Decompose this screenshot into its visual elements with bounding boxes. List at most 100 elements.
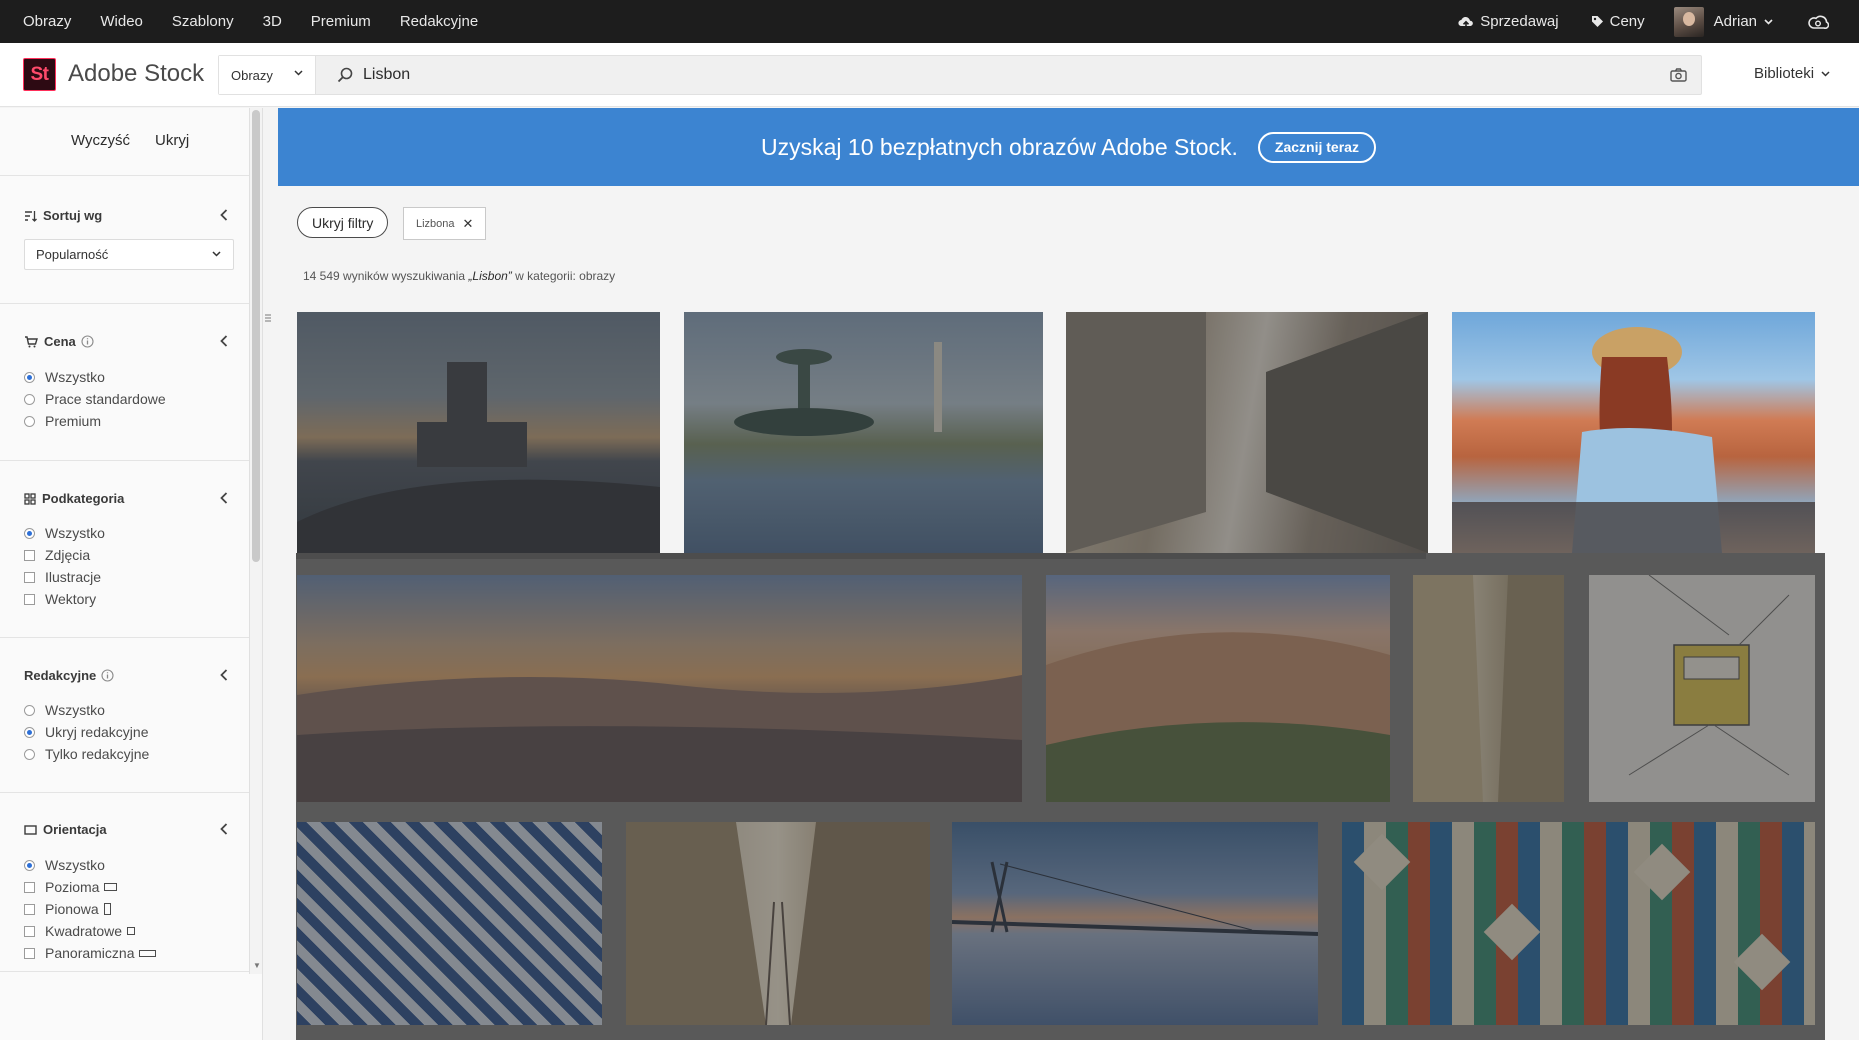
checkbox[interactable] xyxy=(24,925,35,937)
price-title: Cena xyxy=(44,334,76,349)
checkbox[interactable] xyxy=(24,903,35,915)
price-option-standard[interactable]: Prace standardowe xyxy=(24,391,166,407)
info-icon[interactable] xyxy=(101,669,114,682)
sell-link[interactable]: Sprzedawaj xyxy=(1458,13,1559,30)
radio-button[interactable] xyxy=(24,371,35,383)
price-option-premium[interactable]: Premium xyxy=(24,413,101,429)
scroll-down-arrow-icon[interactable]: ▼ xyxy=(253,961,261,970)
radio-button[interactable] xyxy=(24,726,35,738)
price-option-all[interactable]: Wszystko xyxy=(24,369,105,385)
checkbox[interactable] xyxy=(24,549,35,561)
orientation-heading: Orientacja xyxy=(24,822,107,837)
nav-link-3d[interactable]: 3D xyxy=(263,13,282,30)
subcategory-option-all[interactable]: Wszystko xyxy=(24,525,105,541)
image-tile[interactable] xyxy=(297,312,660,553)
scrollbar-thumb[interactable] xyxy=(252,110,260,562)
search-type-dropdown[interactable]: Obrazy xyxy=(219,56,316,94)
image-tile[interactable] xyxy=(1342,822,1815,1025)
nav-link-editorial[interactable]: Redakcyjne xyxy=(400,13,478,30)
close-icon[interactable]: ✕ xyxy=(463,216,474,232)
image-tile[interactable] xyxy=(952,822,1318,1025)
orientation-option-all[interactable]: Wszystko xyxy=(24,857,105,873)
chevron-down-icon xyxy=(1764,18,1773,25)
editorial-heading: Redakcyjne xyxy=(24,668,120,683)
orientation-option-vertical[interactable]: Pionowa xyxy=(24,901,111,917)
hide-filters-button[interactable]: Ukryj filtry xyxy=(297,207,389,238)
checkbox[interactable] xyxy=(24,593,35,605)
image-tile[interactable] xyxy=(626,822,930,1025)
image-dim-overlay xyxy=(626,822,930,1025)
nav-link-video[interactable]: Wideo xyxy=(100,13,143,30)
option-label: Wszystko xyxy=(45,369,105,385)
subcategory-option-photos[interactable]: Zdjęcia xyxy=(24,547,90,563)
image-tile[interactable] xyxy=(1066,312,1428,553)
option-label: Pozioma xyxy=(45,879,100,895)
subcategory-option-illustrations[interactable]: Ilustracje xyxy=(24,569,101,585)
chevron-left-icon[interactable] xyxy=(220,334,228,352)
sort-value: Popularność xyxy=(36,247,109,262)
image-dim-overlay xyxy=(1413,575,1564,802)
subcategory-option-vectors[interactable]: Wektory xyxy=(24,591,96,607)
chevron-left-icon[interactable] xyxy=(220,822,228,840)
image-tile[interactable] xyxy=(1452,312,1815,553)
adobe-stock-logo-mark[interactable]: St xyxy=(23,58,56,91)
camera-search-icon[interactable] xyxy=(1670,68,1687,87)
orientation-option-panoramic[interactable]: Panoramiczna xyxy=(24,945,156,961)
image-tile[interactable] xyxy=(1046,575,1390,802)
pricing-link[interactable]: Ceny xyxy=(1591,13,1645,30)
square-orientation-icon xyxy=(127,927,136,935)
option-label: Wszystko xyxy=(45,702,105,718)
libraries-menu[interactable]: Biblioteki xyxy=(1754,65,1830,82)
editorial-option-only[interactable]: Tylko redakcyjne xyxy=(24,746,149,762)
image-tile[interactable] xyxy=(684,312,1043,553)
chevron-left-icon[interactable] xyxy=(220,668,228,686)
clear-filters-button[interactable]: Wyczyść xyxy=(71,132,130,149)
editorial-option-all[interactable]: Wszystko xyxy=(24,702,105,718)
results-prefix: wyników wyszukiwania xyxy=(343,269,466,283)
image-tile[interactable] xyxy=(1413,575,1564,802)
adobe-stock-logo-text[interactable]: Adobe Stock xyxy=(68,60,204,88)
resize-grip-icon[interactable] xyxy=(264,313,272,323)
image-dim-overlay xyxy=(1046,575,1390,802)
start-now-button[interactable]: Zacznij teraz xyxy=(1257,131,1376,163)
image-dim-overlay xyxy=(952,822,1318,1025)
chevron-down-icon xyxy=(212,251,221,257)
results-query: „Lisbon” xyxy=(468,269,512,283)
creative-cloud-icon[interactable] xyxy=(1807,14,1835,30)
editorial-section: Redakcyjne Wszystko Ukryj redakcyjne Tyl… xyxy=(0,639,262,793)
orientation-option-square[interactable]: Kwadratowe xyxy=(24,923,136,939)
sort-section: Sortuj wg Popularność xyxy=(0,177,262,304)
chevron-left-icon[interactable] xyxy=(220,208,228,226)
nav-link-templates[interactable]: Szablony xyxy=(172,13,234,30)
orientation-option-horizontal[interactable]: Pozioma xyxy=(24,879,118,895)
sort-dropdown[interactable]: Popularność xyxy=(24,239,234,270)
nav-link-premium[interactable]: Premium xyxy=(311,13,371,30)
image-tile[interactable] xyxy=(297,575,1022,802)
filter-chip[interactable]: Lizbona ✕ xyxy=(403,207,487,240)
info-icon[interactable] xyxy=(81,335,94,348)
sidebar-scrollbar[interactable]: ▼ xyxy=(249,108,262,974)
checkbox[interactable] xyxy=(24,881,35,893)
option-label: Tylko redakcyjne xyxy=(45,746,150,762)
sort-title: Sortuj wg xyxy=(43,208,103,223)
hide-sidebar-button[interactable]: Ukryj xyxy=(155,132,189,149)
image-tile[interactable] xyxy=(297,822,602,1025)
checkbox[interactable] xyxy=(24,947,35,959)
search-input[interactable] xyxy=(363,62,1613,88)
subcategory-heading: Podkategoria xyxy=(24,491,124,506)
checkbox[interactable] xyxy=(24,571,35,583)
radio-button[interactable] xyxy=(24,415,35,427)
chevron-left-icon[interactable] xyxy=(220,491,228,509)
radio-button[interactable] xyxy=(24,859,35,871)
radio-button[interactable] xyxy=(24,748,35,760)
radio-button[interactable] xyxy=(24,527,35,539)
chevron-down-icon xyxy=(294,70,303,76)
user-menu[interactable]: Adrian xyxy=(1673,6,1773,37)
editorial-option-hide[interactable]: Ukryj redakcyjne xyxy=(24,724,148,740)
user-name: Adrian xyxy=(1713,13,1757,30)
radio-button[interactable] xyxy=(24,393,35,405)
nav-link-images[interactable]: Obrazy xyxy=(23,13,71,30)
image-tile[interactable] xyxy=(1589,575,1815,802)
radio-button[interactable] xyxy=(24,704,35,716)
subcategory-title: Podkategoria xyxy=(42,491,125,506)
